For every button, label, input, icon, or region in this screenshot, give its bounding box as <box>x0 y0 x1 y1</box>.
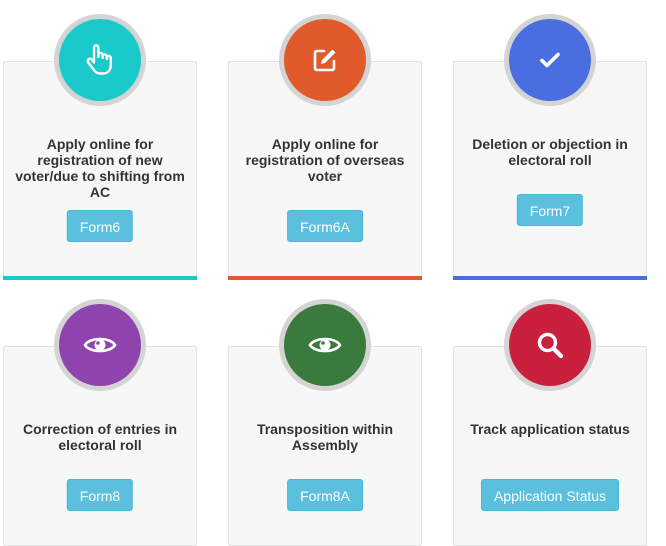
eye-icon <box>83 337 117 353</box>
form8a-button[interactable]: Form8A <box>287 479 363 511</box>
form6-icon-circle <box>54 14 146 106</box>
hand-pointer-icon <box>86 44 112 75</box>
card-title: Apply online for registration of new vot… <box>15 136 185 200</box>
card-title: Transposition within Assembly <box>256 421 394 453</box>
card-title: Track application status <box>470 421 630 437</box>
check-icon <box>540 52 560 68</box>
edit-icon <box>313 49 336 72</box>
form6a-icon-circle <box>279 14 371 106</box>
eye-icon <box>308 337 342 353</box>
card-accent-bar <box>453 276 647 280</box>
track-status-icon-circle <box>504 299 596 391</box>
form8a-icon-circle <box>279 299 371 391</box>
card-title: Deletion or objection in electoral roll <box>472 136 628 168</box>
search-icon <box>537 332 564 359</box>
card-accent-bar <box>228 276 422 280</box>
form7-button[interactable]: Form7 <box>516 194 584 226</box>
form8-icon-circle <box>54 299 146 391</box>
form6a-button[interactable]: Form6A <box>287 210 363 242</box>
card-title: Apply online for registration of oversea… <box>245 136 405 184</box>
form8-button[interactable]: Form8 <box>66 479 134 511</box>
card-accent-bar <box>3 276 197 280</box>
form6-button[interactable]: Form6 <box>66 210 134 242</box>
form7-icon-circle <box>504 14 596 106</box>
application-status-button[interactable]: Application Status <box>480 479 620 511</box>
card-title: Correction of entries in electoral roll <box>22 421 178 453</box>
